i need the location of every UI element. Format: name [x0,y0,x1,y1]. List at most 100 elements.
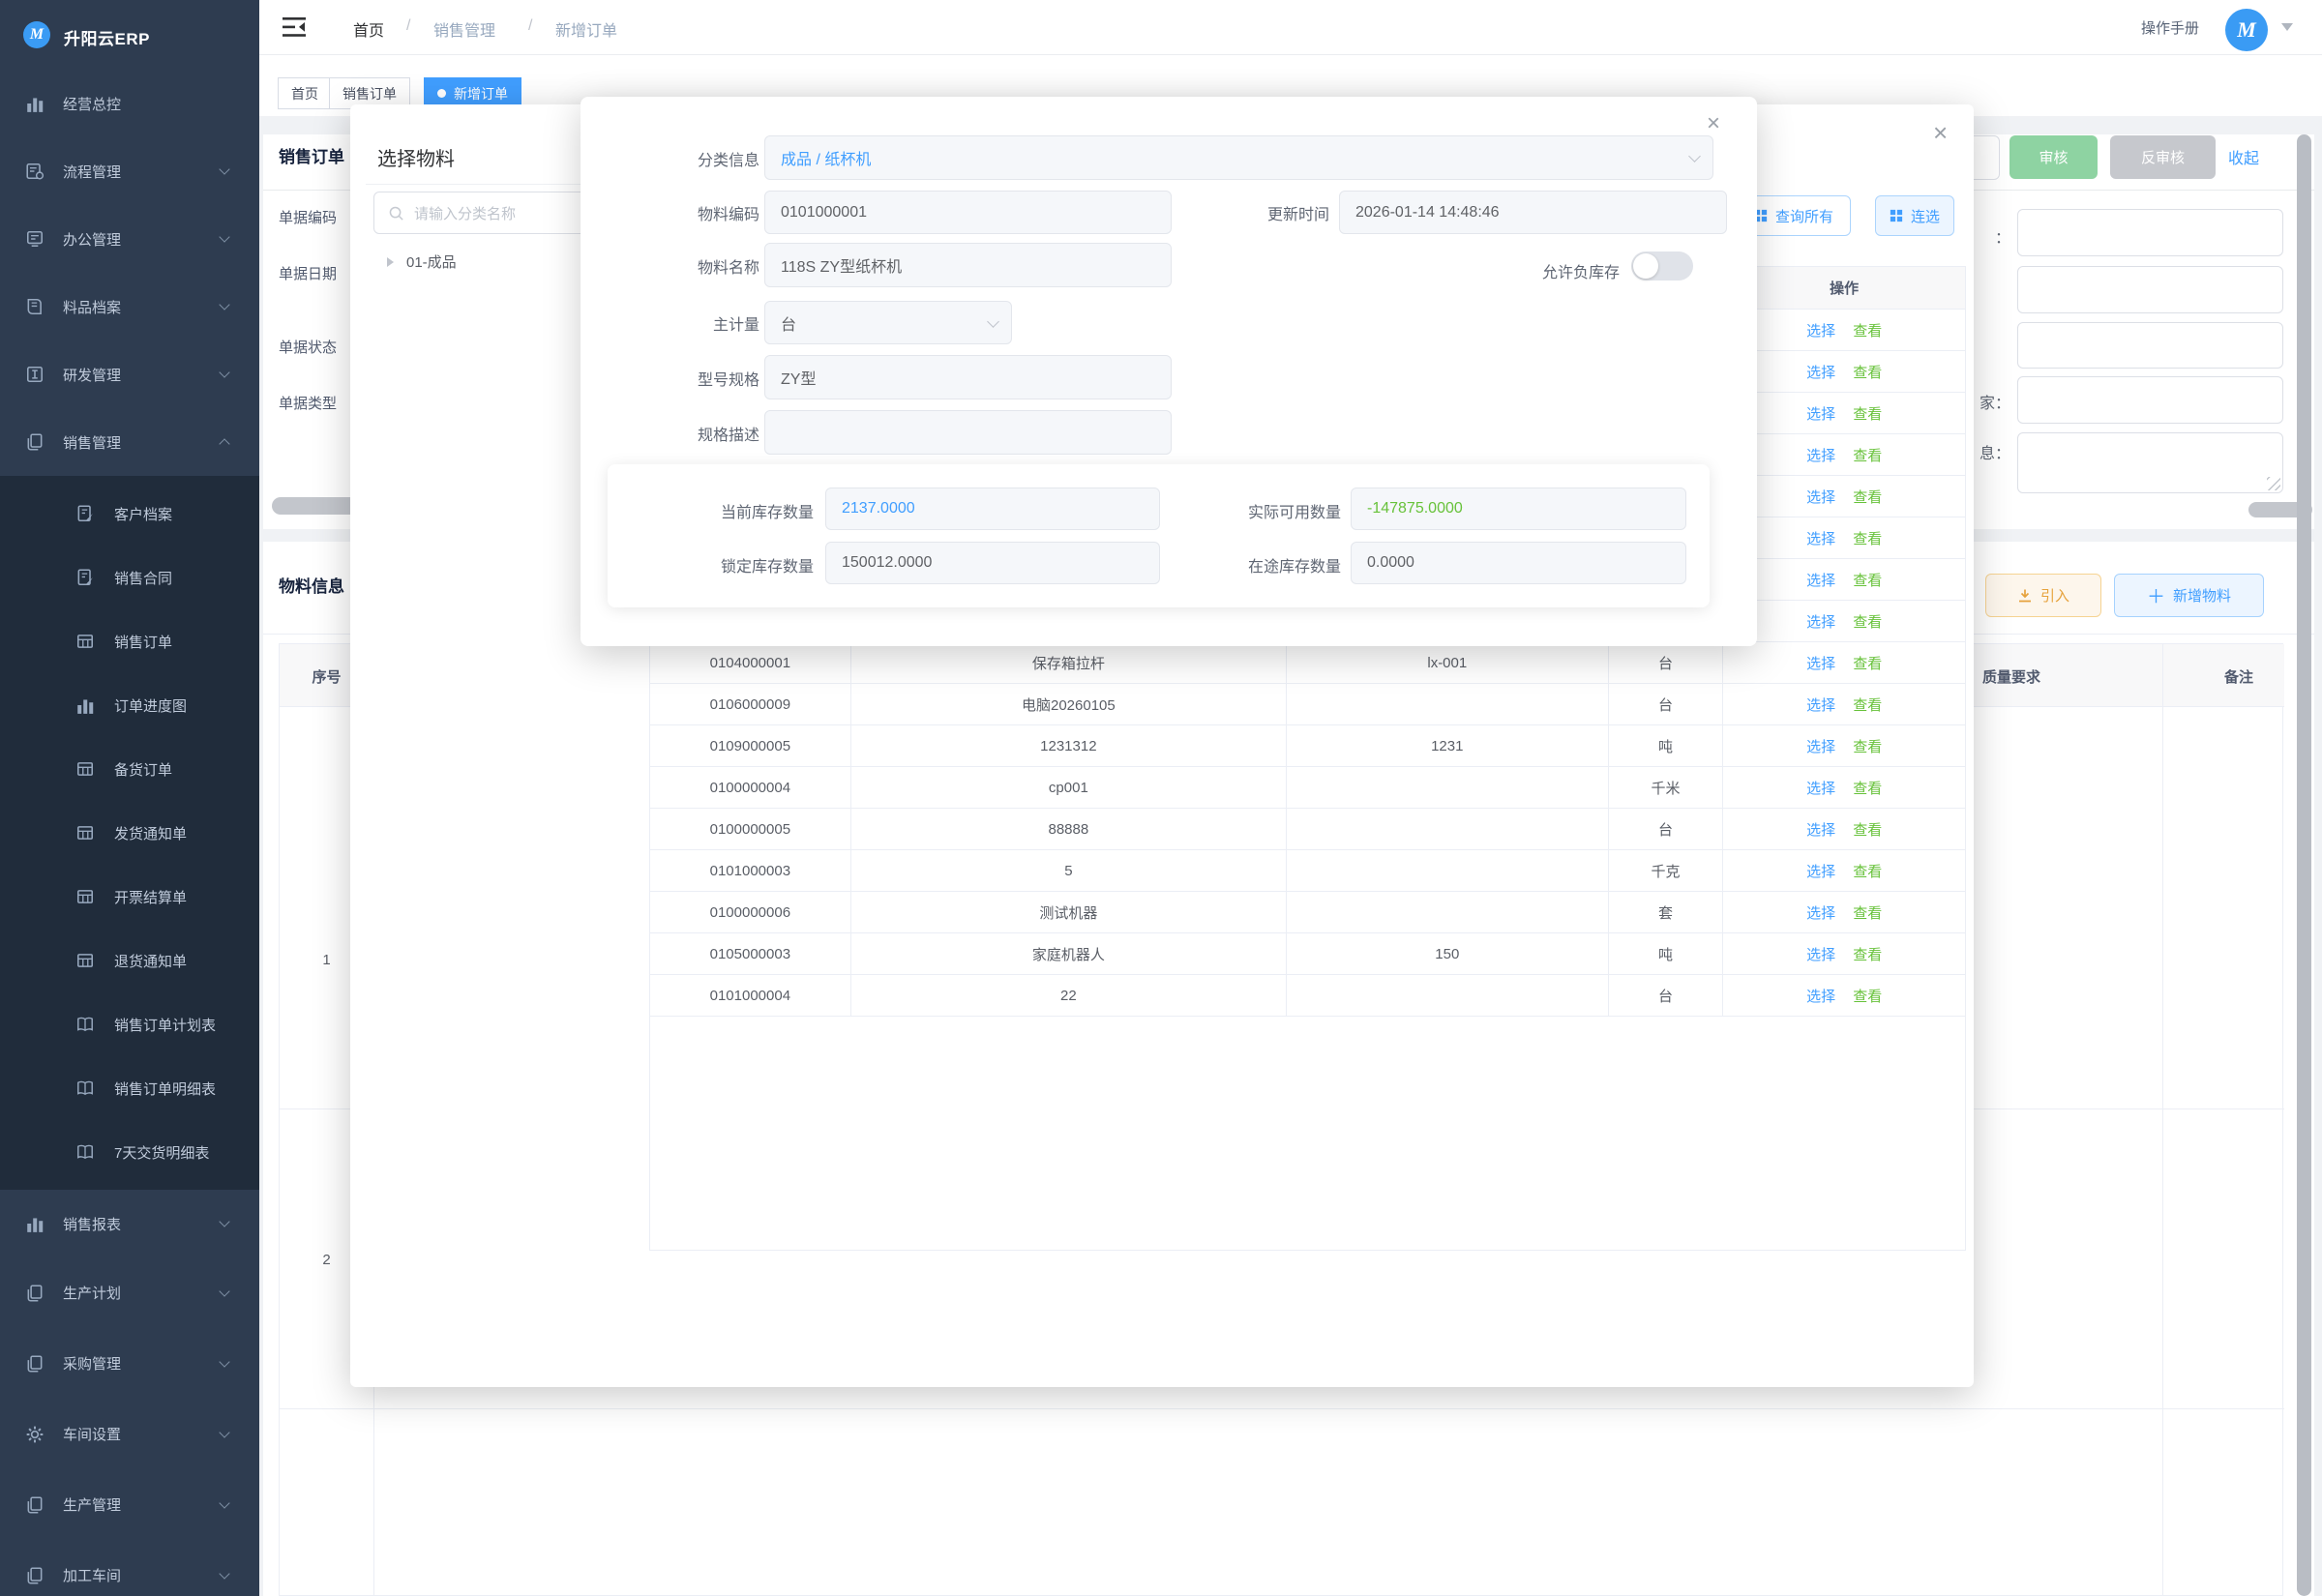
sidebar-subitem-客户档案[interactable]: 客户档案 [0,482,259,546]
sidebar-item-生产计划[interactable]: 生产计划 [0,1257,259,1328]
select-link[interactable]: 选择 [1806,944,1835,964]
modal-close-icon[interactable]: × [1933,120,1948,145]
category-select[interactable]: 成品 / 纸杯机 [764,135,1713,180]
collapse-link[interactable]: 收起 [2228,145,2259,168]
select-link[interactable]: 选择 [1806,819,1835,840]
tree-node-finished-goods[interactable]: 01-成品 [387,251,457,272]
select-link[interactable]: 选择 [1806,320,1835,340]
sidebar-subitem-7天交货明细表[interactable]: 7天交货明细表 [0,1120,259,1184]
collapse-sidebar-icon[interactable] [283,16,306,38]
select-link[interactable]: 选择 [1806,695,1835,715]
view-link[interactable]: 查看 [1853,362,1882,382]
sidebar-item-研发管理[interactable]: 研发管理 [0,340,259,408]
view-link[interactable]: 查看 [1853,819,1882,840]
select-link[interactable]: 选择 [1806,736,1835,756]
select-link[interactable]: 选择 [1806,362,1835,382]
select-link[interactable]: 选择 [1806,487,1835,507]
right-form-input-4[interactable] [2017,376,2283,424]
table-row[interactable]: 010100000422台选择查看 [650,975,1965,1017]
sidebar-subitem-销售订单明细表[interactable]: 销售订单明细表 [0,1056,259,1120]
sidebar-item-采购管理[interactable]: 采购管理 [0,1328,259,1399]
select-link[interactable]: 选择 [1806,445,1835,465]
table-row[interactable]: 0104000001保存箱拉杆lx-001台选择查看 [650,642,1965,684]
table-row[interactable]: 0100000006测试机器套选择查看 [650,892,1965,933]
view-link[interactable]: 查看 [1853,695,1882,715]
sidebar-item-经营总控[interactable]: 经营总控 [0,70,259,137]
view-link[interactable]: 查看 [1853,403,1882,424]
sidebar-subitem-销售订单[interactable]: 销售订单 [0,609,259,673]
unaudit-button[interactable]: 反审核 [2110,135,2216,179]
model-field[interactable]: ZY型 [764,355,1172,399]
right-form-input-1[interactable] [2017,209,2283,256]
tab-首页[interactable]: 首页 [278,77,332,109]
spec-desc-field[interactable] [764,410,1172,455]
select-link[interactable]: 选择 [1806,778,1835,798]
table-row[interactable]: 01010000035千克选择查看 [650,850,1965,892]
view-link[interactable]: 查看 [1853,445,1882,465]
updated-time-field[interactable]: 2026-01-14 14:48:46 [1339,191,1727,234]
manual-link[interactable]: 操作手册 [2141,17,2199,38]
multi-select-button[interactable]: 连选 [1875,195,1954,236]
table-row[interactable]: 010000000588888台选择查看 [650,809,1965,850]
select-link[interactable]: 选择 [1806,653,1835,673]
sidebar-item-办公管理[interactable]: 办公管理 [0,205,259,273]
sidebar-item-加工车间[interactable]: 加工车间 [0,1540,259,1596]
breadcrumb-sales[interactable]: 销售管理 [433,17,495,41]
chevron-down-icon[interactable] [2281,23,2293,37]
select-link[interactable]: 选择 [1806,528,1835,548]
sidebar-item-流程管理[interactable]: 流程管理 [0,137,259,205]
transit-stock-field[interactable]: 0.0000 [1351,542,1686,584]
view-link[interactable]: 查看 [1853,528,1882,548]
table-row[interactable]: 010900000512313121231吨选择查看 [650,725,1965,767]
tree-expand-icon[interactable] [387,257,399,267]
right-form-textarea[interactable] [2017,432,2283,493]
breadcrumb-home[interactable]: 首页 [353,17,384,41]
view-link[interactable]: 查看 [1853,611,1882,632]
sidebar-subitem-备货订单[interactable]: 备货订单 [0,737,259,801]
avatar[interactable]: M [2225,9,2268,51]
logo-row: M 升阳云ERP [0,0,259,70]
right-form-input-3[interactable] [2017,322,2283,369]
view-link[interactable]: 查看 [1853,736,1882,756]
sidebar-item-销售报表[interactable]: 销售报表 [0,1190,259,1257]
material-name-field[interactable]: 118S ZY型纸杯机 [764,243,1172,287]
view-link[interactable]: 查看 [1853,986,1882,1006]
sidebar-subitem-销售合同[interactable]: 销售合同 [0,546,259,609]
select-link[interactable]: 选择 [1806,403,1835,424]
table-row[interactable]: 0106000009电脑20260105台选择查看 [650,684,1965,725]
sidebar-item-生产管理[interactable]: 生产管理 [0,1469,259,1540]
dialog-close-icon[interactable]: × [1707,112,1720,135]
v-scrollbar-thumb[interactable] [2297,134,2311,1596]
available-stock-field[interactable]: -147875.0000 [1351,488,1686,530]
resize-grip-icon[interactable] [2267,477,2280,490]
sidebar-subitem-销售订单计划表[interactable]: 销售订单计划表 [0,992,259,1056]
view-link[interactable]: 查看 [1853,902,1882,923]
sidebar-subitem-开票结算单[interactable]: 开票结算单 [0,865,259,929]
view-link[interactable]: 查看 [1853,320,1882,340]
select-link[interactable]: 选择 [1806,611,1835,632]
view-link[interactable]: 查看 [1853,861,1882,881]
view-link[interactable]: 查看 [1853,944,1882,964]
select-link[interactable]: 选择 [1806,861,1835,881]
select-link[interactable]: 选择 [1806,570,1835,590]
sidebar-subitem-发货通知单[interactable]: 发货通知单 [0,801,259,865]
sidebar-item-车间设置[interactable]: 车间设置 [0,1399,259,1469]
view-link[interactable]: 查看 [1853,570,1882,590]
import-button[interactable]: 引入 [1985,574,2101,617]
select-link[interactable]: 选择 [1806,986,1835,1006]
table-row[interactable]: 0100000004cp001千米选择查看 [650,767,1965,809]
unit-select[interactable]: 台 [764,301,1012,344]
sidebar-item-料品档案[interactable]: 料品档案 [0,273,259,340]
right-form-input-2[interactable] [2017,266,2283,313]
view-link[interactable]: 查看 [1853,487,1882,507]
view-link[interactable]: 查看 [1853,653,1882,673]
audit-button[interactable]: 审核 [2009,135,2098,179]
add-material-button[interactable]: ＋ 新增物料 [2114,574,2264,617]
select-link[interactable]: 选择 [1806,902,1835,923]
view-link[interactable]: 查看 [1853,778,1882,798]
sidebar-subitem-订单进度图[interactable]: 订单进度图 [0,673,259,737]
negative-stock-toggle[interactable] [1631,251,1693,281]
sidebar-subitem-退货通知单[interactable]: 退货通知单 [0,929,259,992]
table-row[interactable]: 0105000003家庭机器人150吨选择查看 [650,933,1965,975]
sidebar-item-销售管理[interactable]: 销售管理 [0,408,259,476]
